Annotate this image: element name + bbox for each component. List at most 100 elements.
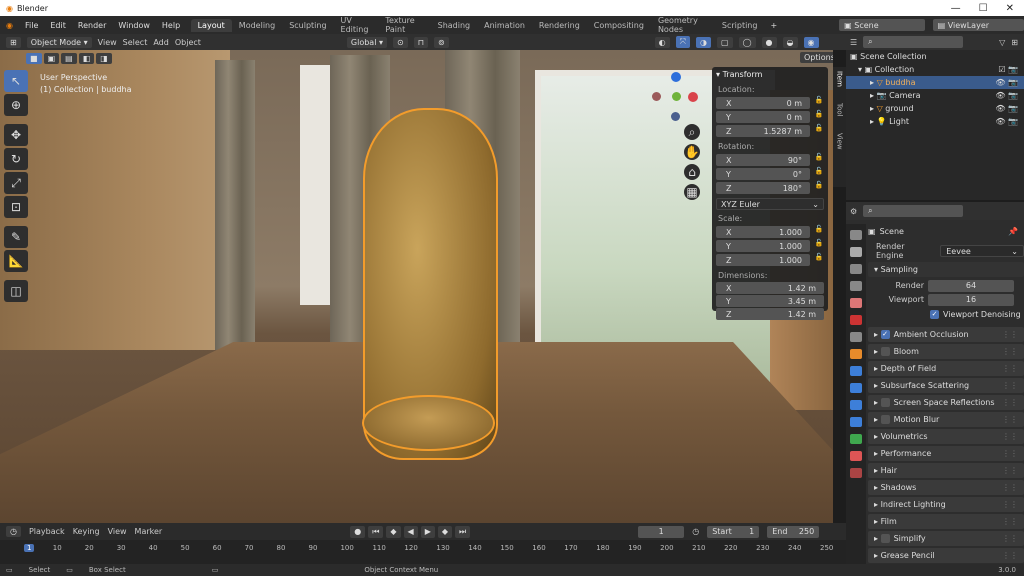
tab-texture-paint[interactable]: Texture Paint — [378, 14, 430, 36]
rotation-y-field[interactable]: Y 0° — [716, 168, 810, 180]
new-collection-icon[interactable]: ⊞ — [1011, 38, 1024, 47]
blender-menu-icon[interactable]: ◉ — [0, 21, 19, 30]
lock-icon[interactable]: 🔓 — [814, 225, 824, 239]
location-z-field[interactable]: Z 1.5287 m — [716, 125, 810, 137]
xray-icon[interactable]: ▢ — [717, 36, 733, 48]
add-workspace-icon[interactable]: + — [764, 21, 783, 30]
transform-tool-icon[interactable]: ⊡ — [4, 196, 28, 218]
viewport-samples-field[interactable]: 16 — [928, 293, 1014, 306]
snap-icon[interactable]: ⊓ — [413, 36, 428, 48]
proportional-edit-icon[interactable]: ⊚ — [433, 36, 449, 48]
maximize-icon[interactable]: ☐ — [979, 3, 988, 14]
record-icon[interactable]: ● — [350, 525, 366, 538]
scale-z-field[interactable]: Z 1.000 — [716, 254, 810, 266]
section-grease-pencil[interactable]: ▸ Grease Pencil ⋮⋮ — [868, 548, 1024, 563]
lock-icon[interactable]: 🔓 — [814, 239, 824, 253]
checkbox-icon[interactable]: ☑ 📷 — [998, 65, 1024, 74]
play-icon[interactable]: ▶ — [420, 525, 435, 538]
menu-marker[interactable]: Marker — [135, 527, 163, 536]
x-axis-icon[interactable] — [688, 92, 698, 102]
y-axis-icon[interactable] — [672, 92, 681, 101]
outliner-collection[interactable]: ▾ ▣ Collection ☑ 📷 — [846, 63, 1024, 76]
scene-selector[interactable]: ▣ Scene — [839, 19, 925, 31]
zoom-icon[interactable]: ⌕ — [684, 124, 700, 140]
menu-add[interactable]: Add — [153, 38, 169, 47]
minimize-icon[interactable]: — — [951, 3, 961, 14]
view-layer-selector[interactable]: ▤ ViewLayer — [932, 19, 1024, 31]
view-layer-tab-icon[interactable] — [850, 281, 862, 291]
properties-editor-icon[interactable]: ⚙ — [850, 207, 857, 216]
transform-panel-title[interactable]: ▾ Transform — [716, 70, 824, 79]
object-tab-icon[interactable] — [850, 349, 862, 359]
drag-handle-icon[interactable]: ⋮⋮ — [1002, 551, 1024, 560]
constraints-tab-icon[interactable] — [850, 417, 862, 427]
tab-animation[interactable]: Animation — [477, 19, 532, 32]
tab-compositing[interactable]: Compositing — [587, 19, 651, 32]
tab-modeling[interactable]: Modeling — [232, 19, 282, 32]
pivot-icon[interactable]: ⊙ — [393, 36, 408, 48]
world-tab-icon[interactable] — [850, 315, 862, 325]
cursor-tool-icon[interactable]: ⊕ — [4, 94, 28, 116]
menu-render[interactable]: Render — [72, 21, 112, 30]
select-invert-icon[interactable]: ◧ — [78, 53, 95, 64]
lock-icon[interactable]: 🔓 — [814, 110, 824, 124]
lock-icon[interactable]: 🔓 — [814, 153, 824, 167]
eye-icon[interactable]: 👁 📷 — [995, 117, 1024, 126]
jump-start-icon[interactable]: ⏮ — [368, 525, 384, 538]
material-tab-icon[interactable] — [850, 451, 862, 461]
particles-tab-icon[interactable] — [850, 383, 862, 393]
options-button[interactable]: Options — [800, 52, 833, 63]
section-ambient-occlusion[interactable]: ▸ ✓ Ambient Occlusion ⋮⋮ — [868, 327, 1024, 342]
drag-handle-icon[interactable]: ⋮⋮ — [1002, 364, 1024, 373]
lock-icon[interactable]: 🔓 — [814, 253, 824, 267]
menu-select[interactable]: Select — [123, 38, 148, 47]
outliner-item-light[interactable]: ▸ 💡 Light 👁 📷 — [846, 115, 1024, 128]
select-extend-icon[interactable]: ▣ — [43, 53, 60, 64]
drag-handle-icon[interactable]: ⋮⋮ — [1002, 330, 1024, 339]
move-tool-icon[interactable]: ✥ — [4, 124, 28, 146]
rendered-shading-icon[interactable]: ◉ — [803, 36, 819, 48]
checkbox-icon[interactable] — [880, 347, 890, 356]
next-keyframe-icon[interactable]: ◆ — [437, 525, 453, 538]
drag-handle-icon[interactable]: ⋮⋮ — [1002, 517, 1024, 526]
location-y-field[interactable]: Y 0 m — [716, 111, 810, 123]
section-subsurface-scattering[interactable]: ▸ Subsurface Scattering ⋮⋮ — [868, 378, 1024, 393]
3d-viewport[interactable]: ↖ ⊕ ✥ ↻ ⤢ ⊡ ✎ 📐 ◫ ■ ▣ ▤ ◧ ◨ User Perspec… — [0, 50, 833, 523]
checkbox-icon[interactable] — [880, 398, 890, 407]
drag-handle-icon[interactable]: ⋮⋮ — [1002, 500, 1024, 509]
navigation-gizmo[interactable] — [652, 72, 702, 122]
lock-icon[interactable]: 🔓 — [814, 181, 824, 195]
visibility-icon[interactable]: ◐ — [654, 36, 670, 48]
data-tab-icon[interactable] — [850, 434, 862, 444]
scene-tab-icon[interactable] — [850, 298, 862, 308]
neg-x-axis-icon[interactable] — [652, 92, 661, 101]
sampling-section[interactable]: ▾ Sampling — [868, 262, 1024, 277]
perspective-toggle-icon[interactable]: ▦ — [684, 184, 700, 200]
close-icon[interactable]: ✕ — [1006, 3, 1014, 14]
section-volumetrics[interactable]: ▸ Volumetrics ⋮⋮ — [868, 429, 1024, 444]
menu-view[interactable]: View — [98, 38, 117, 47]
select-intersect-icon[interactable]: ◨ — [96, 53, 112, 64]
menu-edit[interactable]: Edit — [44, 21, 72, 30]
viewport-denoising-checkbox[interactable]: ✓ Viewport Denoising — [930, 308, 1024, 321]
wireframe-shading-icon[interactable]: ◯ — [738, 36, 756, 48]
prev-keyframe-icon[interactable]: ◆ — [386, 525, 401, 538]
section-screen-space-reflections[interactable]: ▸ Screen Space Reflections ⋮⋮ — [868, 395, 1024, 410]
tab-rendering[interactable]: Rendering — [532, 19, 587, 32]
section-bloom[interactable]: ▸ Bloom ⋮⋮ — [868, 344, 1024, 359]
drag-handle-icon[interactable]: ⋮⋮ — [1002, 398, 1024, 407]
eye-icon[interactable]: 👁 📷 — [995, 78, 1024, 87]
section-simplify[interactable]: ▸ Simplify ⋮⋮ — [868, 531, 1024, 546]
tool-tab-icon[interactable] — [850, 230, 862, 240]
outliner-item-ground[interactable]: ▸ ▽ ground 👁 📷 — [846, 102, 1024, 115]
eye-icon[interactable]: 👁 📷 — [995, 104, 1024, 113]
drag-handle-icon[interactable]: ⋮⋮ — [1002, 449, 1024, 458]
drag-handle-icon[interactable]: ⋮⋮ — [1002, 415, 1024, 424]
start-frame-field[interactable]: Start 1 — [707, 525, 760, 538]
rotation-z-field[interactable]: Z 180° — [716, 182, 810, 194]
checkbox-icon[interactable] — [880, 534, 890, 543]
timeline-editor-icon[interactable]: ◷ — [6, 526, 21, 537]
clock-icon[interactable]: ◷ — [692, 527, 699, 536]
neg-z-axis-icon[interactable] — [671, 112, 680, 121]
select-subtract-icon[interactable]: ▤ — [61, 53, 77, 64]
